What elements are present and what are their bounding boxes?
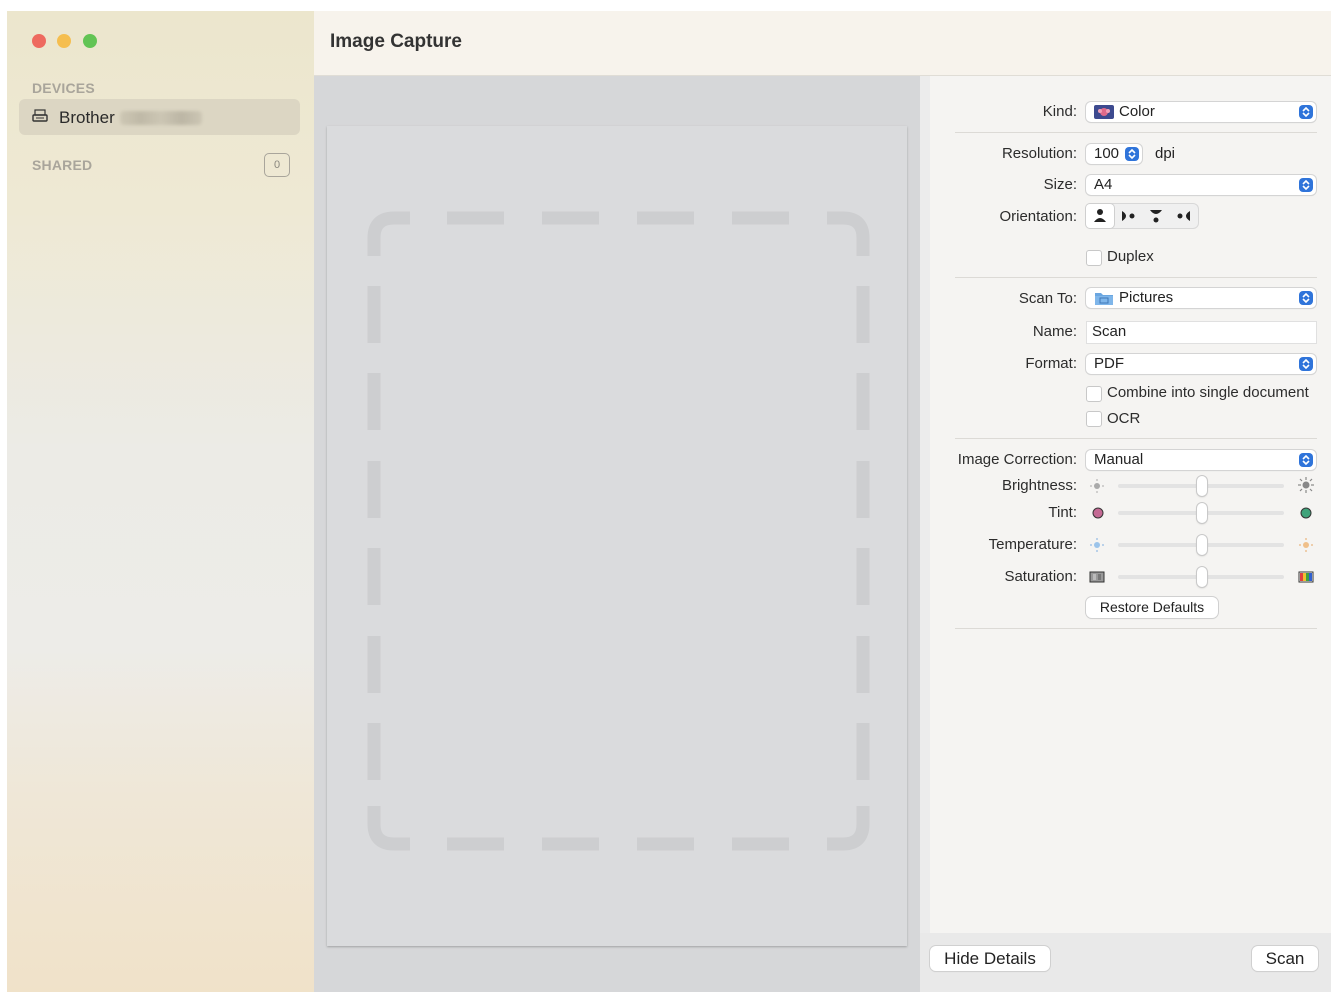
- duplex-checkbox[interactable]: [1086, 250, 1102, 266]
- saturation-low-icon: [1089, 571, 1105, 583]
- scan-button[interactable]: Scan: [1252, 946, 1318, 971]
- image-correction-popup[interactable]: Manual: [1086, 450, 1316, 470]
- outline-corner-bottom-left: [367, 806, 410, 851]
- brightness-high-icon: [1298, 477, 1314, 493]
- restore-defaults-button[interactable]: Restore Defaults: [1086, 597, 1218, 618]
- outline-corner-top-right: [827, 211, 870, 256]
- pictures-folder-icon: [1095, 293, 1113, 305]
- shared-section-label: SHARED: [32, 157, 93, 173]
- scanner-icon: [32, 109, 48, 122]
- format-value: PDF: [1094, 355, 1124, 372]
- size-value: A4: [1094, 176, 1113, 193]
- tint-slider-knob[interactable]: [1197, 503, 1207, 523]
- combine-checkbox[interactable]: [1086, 386, 1102, 402]
- orientation-portrait-button[interactable]: [1086, 204, 1114, 228]
- toolbar: Image Capture: [314, 11, 1331, 76]
- divider: [955, 438, 1317, 439]
- kind-label: Kind:: [1042, 103, 1077, 120]
- size-label: Size:: [1043, 176, 1077, 193]
- divider: [955, 628, 1317, 629]
- temperature-cool-icon: [1090, 538, 1104, 552]
- saturation-slider-knob[interactable]: [1197, 567, 1207, 587]
- popup-chevron-icon: [1299, 105, 1313, 119]
- ocr-label: OCR: [1107, 410, 1141, 427]
- orientation-label: Orientation:: [999, 208, 1077, 225]
- bottom-bar: Hide Details Scan: [920, 933, 1331, 992]
- upside-down-person-icon: [1150, 210, 1162, 223]
- device-name: Brother: [59, 108, 115, 127]
- brightness-slider-knob[interactable]: [1197, 476, 1207, 496]
- sidebar: DEVICES Brother SHARED 0: [7, 11, 314, 992]
- device-model-redacted: [120, 111, 202, 125]
- tint-green-icon: [1300, 507, 1312, 519]
- popup-chevron-icon: [1299, 453, 1313, 467]
- duplex-label: Duplex: [1107, 248, 1154, 265]
- kind-popup[interactable]: Color: [1086, 102, 1316, 122]
- name-label: Name:: [1032, 323, 1077, 340]
- orientation-segmented-control: [1086, 204, 1198, 228]
- shared-count-badge: 0: [264, 153, 290, 177]
- scan-region-outline: [367, 211, 870, 851]
- saturation-high-icon: [1298, 571, 1314, 583]
- temperature-warm-icon: [1299, 538, 1313, 552]
- outline-corner-top-left: [367, 211, 410, 256]
- zoom-window-button[interactable]: [83, 34, 97, 48]
- scan-to-popup[interactable]: Pictures: [1086, 288, 1316, 308]
- tint-label: Tint:: [1048, 504, 1077, 521]
- temperature-label: Temperature:: [988, 536, 1077, 553]
- rotated-person-icon: [1122, 211, 1135, 221]
- devices-section-label: DEVICES: [32, 80, 95, 96]
- divider: [955, 132, 1317, 133]
- minimize-window-button[interactable]: [57, 34, 71, 48]
- name-field[interactable]: Scan: [1086, 321, 1317, 344]
- resolution-popup[interactable]: 100: [1086, 144, 1142, 164]
- popup-chevron-icon: [1299, 291, 1313, 305]
- saturation-label: Saturation:: [1004, 568, 1077, 585]
- image-correction-label: Image Correction:: [957, 451, 1077, 468]
- brightness-low-icon: [1090, 479, 1104, 493]
- portrait-person-icon: [1094, 209, 1106, 222]
- popup-chevron-icon: [1299, 178, 1313, 192]
- scan-to-value: Pictures: [1119, 289, 1174, 306]
- image-correction-value: Manual: [1094, 451, 1144, 468]
- image-capture-window: DEVICES Brother SHARED 0 Image Capture K…: [7, 11, 1331, 992]
- ocr-checkbox[interactable]: [1086, 411, 1102, 427]
- scan-to-label: Scan To:: [1018, 290, 1077, 307]
- size-popup[interactable]: A4: [1086, 175, 1316, 195]
- tint-magenta-icon: [1092, 507, 1104, 519]
- orientation-rotate-right-button[interactable]: [1170, 204, 1198, 228]
- scan-preview-area[interactable]: [314, 76, 920, 992]
- sidebar-item-brother-scanner[interactable]: Brother: [19, 99, 300, 135]
- resolution-unit: dpi: [1155, 145, 1176, 162]
- color-photo-icon: [1094, 105, 1114, 119]
- format-popup[interactable]: PDF: [1086, 354, 1316, 374]
- rotated-person-right-icon: [1177, 211, 1190, 221]
- kind-value: Color: [1119, 103, 1155, 120]
- orientation-upside-down-button[interactable]: [1142, 204, 1170, 228]
- hide-details-button[interactable]: Hide Details: [930, 946, 1050, 971]
- scan-details-panel: Kind: Color Resolution: 100 dpi Size: A4…: [930, 76, 1331, 933]
- divider: [955, 277, 1317, 278]
- popup-chevron-icon: [1125, 147, 1139, 161]
- temperature-slider-knob[interactable]: [1197, 535, 1207, 555]
- window-title: Image Capture: [330, 31, 462, 52]
- preview-page: [327, 126, 907, 946]
- outline-corner-bottom-right: [827, 806, 870, 851]
- orientation-rotate-left-button[interactable]: [1114, 204, 1142, 228]
- close-window-button[interactable]: [32, 34, 46, 48]
- format-label: Format:: [1025, 355, 1077, 372]
- resolution-value: 100: [1094, 145, 1120, 162]
- popup-chevron-icon: [1299, 357, 1313, 371]
- resolution-label: Resolution:: [1001, 145, 1077, 162]
- name-field-value: Scan: [1092, 323, 1127, 340]
- brightness-label: Brightness:: [1001, 477, 1077, 494]
- combine-label: Combine into single document: [1107, 384, 1309, 401]
